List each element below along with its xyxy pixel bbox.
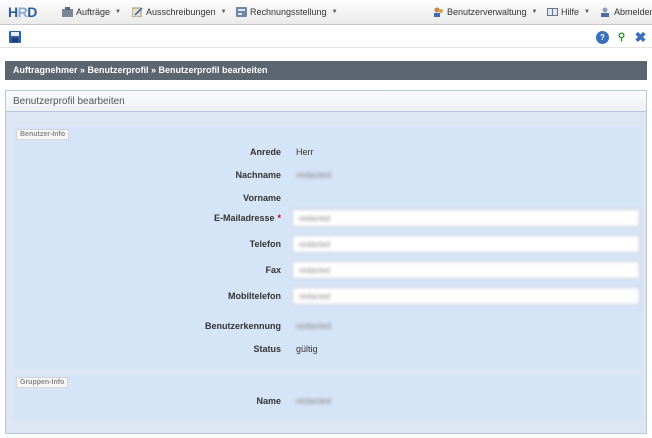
gruppen-name-value: redacted [296,396,332,406]
vorname-label: Vorname [243,193,281,203]
gruppen-name-row: Name redacted [14,392,642,410]
nav-label-hilfe: Hilfe [561,7,580,17]
nachname-value: redacted [296,170,332,180]
nachname-row: Nachname redacted [14,166,642,184]
vorname-row: Vorname [14,189,642,207]
help-book-icon [547,7,558,17]
nav-menu-rechnungsstellung[interactable]: Rechnungsstellung ▼ [236,7,338,17]
tenders-icon [131,7,143,18]
nav-label-rechnungsstellung: Rechnungsstellung [250,7,327,17]
fax-input[interactable] [292,261,640,279]
nav-label-auftraege: Aufträge [76,7,111,17]
mobiltelefon-label: Mobiltelefon [228,291,281,301]
hrd-logo[interactable]: HRD [8,4,37,20]
panel-title: Benutzerprofil bearbeiten [6,91,646,112]
email-input[interactable] [292,209,640,227]
nav-label-ausschreibungen: Ausschreibungen [146,7,216,17]
gruppen-name-label: Name [256,396,281,406]
anrede-value: Herr [296,147,314,157]
benutzerkennung-value: redacted [296,321,332,331]
status-value: gültig [296,344,318,354]
save-icon[interactable] [9,31,21,43]
email-label: E-Mailadresse * [213,213,281,223]
close-icon[interactable]: ✖ [634,29,647,45]
users-icon [433,7,444,17]
benutzer-info-fieldset: Benutzer-Info Anrede Herr Nachname redac… [14,127,642,369]
search-icon[interactable]: ⚲ [615,31,628,44]
chevron-down-icon: ▼ [531,9,538,15]
breadcrumb: Auftragnehmer » Benutzerprofil » Benutze… [5,61,647,80]
telefon-label: Telefon [249,239,281,249]
top-navbar: HRD Aufträge ▼ Ausschreibungen ▼ Rechnungs… [0,0,652,25]
help-icon[interactable]: ? [596,31,609,44]
nav-menu-hilfe[interactable]: Hilfe ▼ [547,7,590,17]
profile-edit-panel: Benutzerprofil bearbeiten Benutzer-Info … [5,90,647,434]
gruppen-info-legend: Gruppen-Info [16,377,69,388]
nav-label-benutzerverwaltung: Benutzerverwaltung [447,7,527,17]
mobiltelefon-input[interactable] [292,287,640,305]
gruppen-info-fieldset: Gruppen-Info Name redacted [14,375,642,420]
chevron-down-icon: ▼ [220,9,227,15]
required-marker: * [277,213,281,223]
status-label: Status [253,344,281,354]
action-toolbar: ? ⚲ ✖ [0,26,652,48]
logout-icon [600,7,611,17]
chevron-down-icon: ▼ [331,9,338,15]
nav-menu-benutzerverwaltung[interactable]: Benutzerverwaltung ▼ [433,7,538,17]
fax-label: Fax [265,265,281,275]
telefon-row: Telefon [14,235,642,253]
mobiltelefon-row: Mobiltelefon [14,287,642,305]
nav-menu-ausschreibungen[interactable]: Ausschreibungen ▼ [131,7,227,18]
email-row: E-Mailadresse * [14,209,642,227]
nav-logout[interactable]: Abmelden [600,7,652,17]
telefon-input[interactable] [292,235,640,253]
benutzer-info-legend: Benutzer-Info [16,129,70,140]
anrede-label: Anrede [249,147,281,157]
fax-row: Fax [14,261,642,279]
nav-label-abmelden: Abmelden [614,7,652,17]
anrede-row: Anrede Herr [14,143,642,161]
nachname-label: Nachname [235,170,281,180]
nav-menu-auftraege[interactable]: Aufträge ▼ [62,7,121,17]
benutzerkennung-label: Benutzerkennung [204,321,281,331]
orders-icon [62,7,73,17]
chevron-down-icon: ▼ [584,9,590,15]
benutzerkennung-row: Benutzerkennung redacted [14,317,642,335]
invoice-icon [236,7,247,17]
status-row: Status gültig [14,340,642,358]
chevron-down-icon: ▼ [115,9,121,15]
